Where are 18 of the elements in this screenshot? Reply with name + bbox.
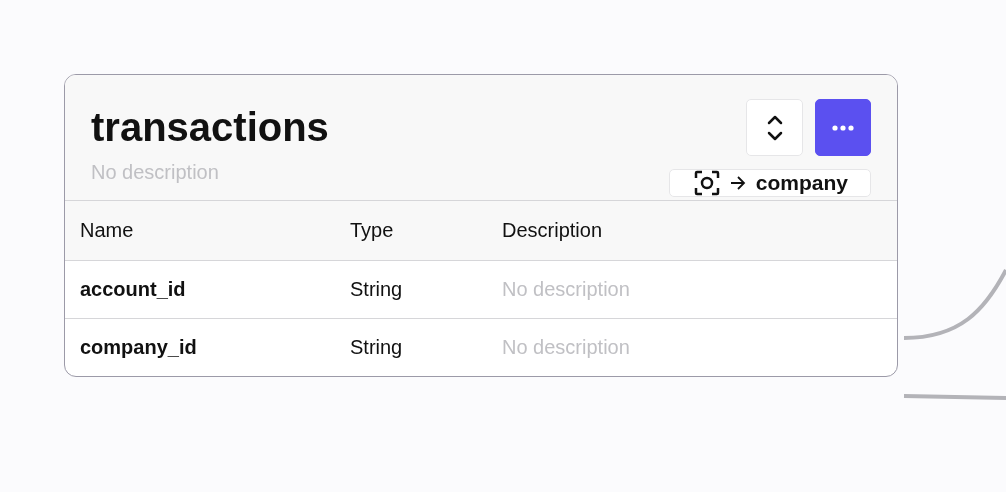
chevron-up-down-icon — [765, 113, 784, 142]
relation-button[interactable]: company — [668, 169, 871, 197]
field-name: account_id — [80, 278, 187, 301]
field-type: String — [350, 336, 404, 359]
field-description: No description — [502, 336, 631, 359]
column-header: Type — [350, 219, 395, 242]
field-description: No description — [502, 278, 631, 301]
field-name: company_id — [80, 336, 198, 359]
field-type: String — [350, 278, 404, 301]
focus-icon — [693, 170, 720, 196]
column-header: Description — [502, 219, 604, 242]
table-title: transactions — [91, 107, 329, 147]
expand-button[interactable] — [746, 99, 803, 156]
column-header: Name — [80, 219, 135, 242]
more-icon — [832, 124, 854, 131]
table-description: No description — [91, 161, 220, 184]
arrow-right-icon — [729, 176, 746, 190]
more-button[interactable] — [815, 99, 871, 156]
